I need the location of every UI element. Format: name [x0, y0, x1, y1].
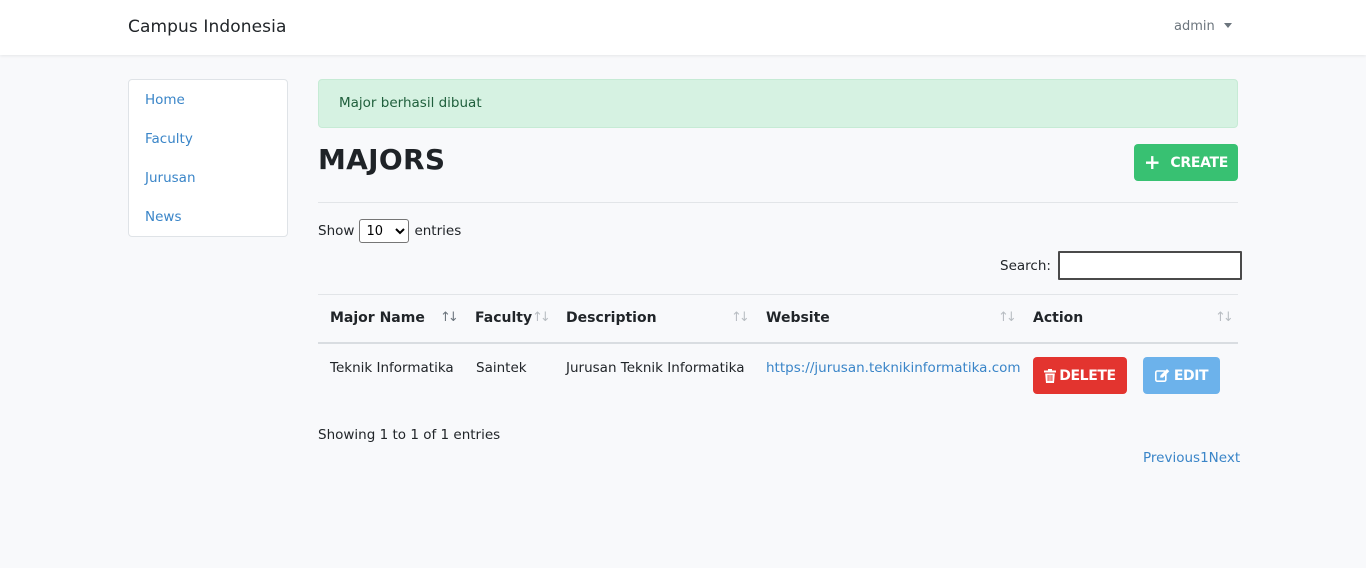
table-search: Search: [1000, 251, 1242, 280]
table-top-border [318, 294, 1238, 295]
delete-button-label: DELETE [1059, 367, 1116, 384]
search-label: Search: [1000, 257, 1051, 274]
user-name: admin [1174, 19, 1215, 34]
table-header-border [318, 342, 1238, 344]
column-header-faculty[interactable]: Faculty [475, 310, 532, 326]
sort-icon[interactable]: ↑↓ [731, 310, 750, 325]
user-menu-dropdown[interactable]: admin [1174, 19, 1232, 34]
create-button-label: CREATE [1170, 154, 1229, 171]
delete-button[interactable]: DELETE [1033, 357, 1127, 394]
sidebar-item-jurusan[interactable]: Jurusan [145, 170, 196, 186]
sidebar: Home Faculty Jurusan News [128, 79, 288, 237]
show-label: Show [318, 223, 355, 239]
divider [318, 202, 1238, 203]
column-header-action[interactable]: Action [1033, 310, 1083, 326]
page-size-select[interactable]: 10 [359, 219, 410, 243]
trash-icon [1044, 368, 1057, 383]
search-input[interactable] [1057, 251, 1242, 280]
cell-description: Jurusan Teknik Informatika [566, 360, 745, 376]
page-title: MAJORS [318, 143, 446, 176]
previous-button[interactable]: Previous [1143, 450, 1200, 466]
edit-icon [1154, 369, 1170, 382]
create-button[interactable]: + CREATE [1134, 144, 1238, 181]
caret-down-icon [1223, 23, 1232, 28]
column-header-major-name[interactable]: Major Name [330, 310, 425, 326]
success-alert: Major berhasil dibuat [318, 79, 1238, 128]
edit-button[interactable]: EDIT [1143, 357, 1220, 394]
plus-icon: + [1143, 149, 1161, 174]
page-size-control: Show 10 entries [318, 219, 461, 243]
sort-icon[interactable]: ↑↓ [1215, 310, 1234, 325]
cell-faculty: Saintek [476, 360, 527, 376]
cell-major-name: Teknik Informatika [330, 360, 454, 376]
column-header-website[interactable]: Website [766, 310, 830, 326]
page-1-button[interactable]: 1 [1200, 450, 1209, 466]
sort-icon[interactable]: ↑↓ [440, 310, 459, 325]
sort-icon[interactable]: ↑↓ [998, 310, 1017, 325]
column-header-description[interactable]: Description [566, 310, 657, 326]
navbar: Campus Indonesia admin [0, 0, 1366, 55]
sidebar-item-news[interactable]: News [145, 209, 181, 225]
sidebar-item-faculty[interactable]: Faculty [145, 131, 193, 147]
sidebar-item-home[interactable]: Home [145, 92, 185, 108]
table-info: Showing 1 to 1 of 1 entries [318, 427, 501, 443]
edit-button-label: EDIT [1173, 367, 1209, 384]
sort-icon[interactable]: ↑↓ [532, 310, 551, 325]
brand-link[interactable]: Campus Indonesia [128, 17, 287, 37]
pagination: Previous 1 Next [1143, 450, 1240, 466]
cell-website-link[interactable]: https://jurusan.teknikinformatika.com [766, 360, 1021, 376]
next-button[interactable]: Next [1209, 450, 1240, 466]
entries-label: entries [414, 223, 462, 239]
alert-message: Major berhasil dibuat [339, 95, 482, 111]
